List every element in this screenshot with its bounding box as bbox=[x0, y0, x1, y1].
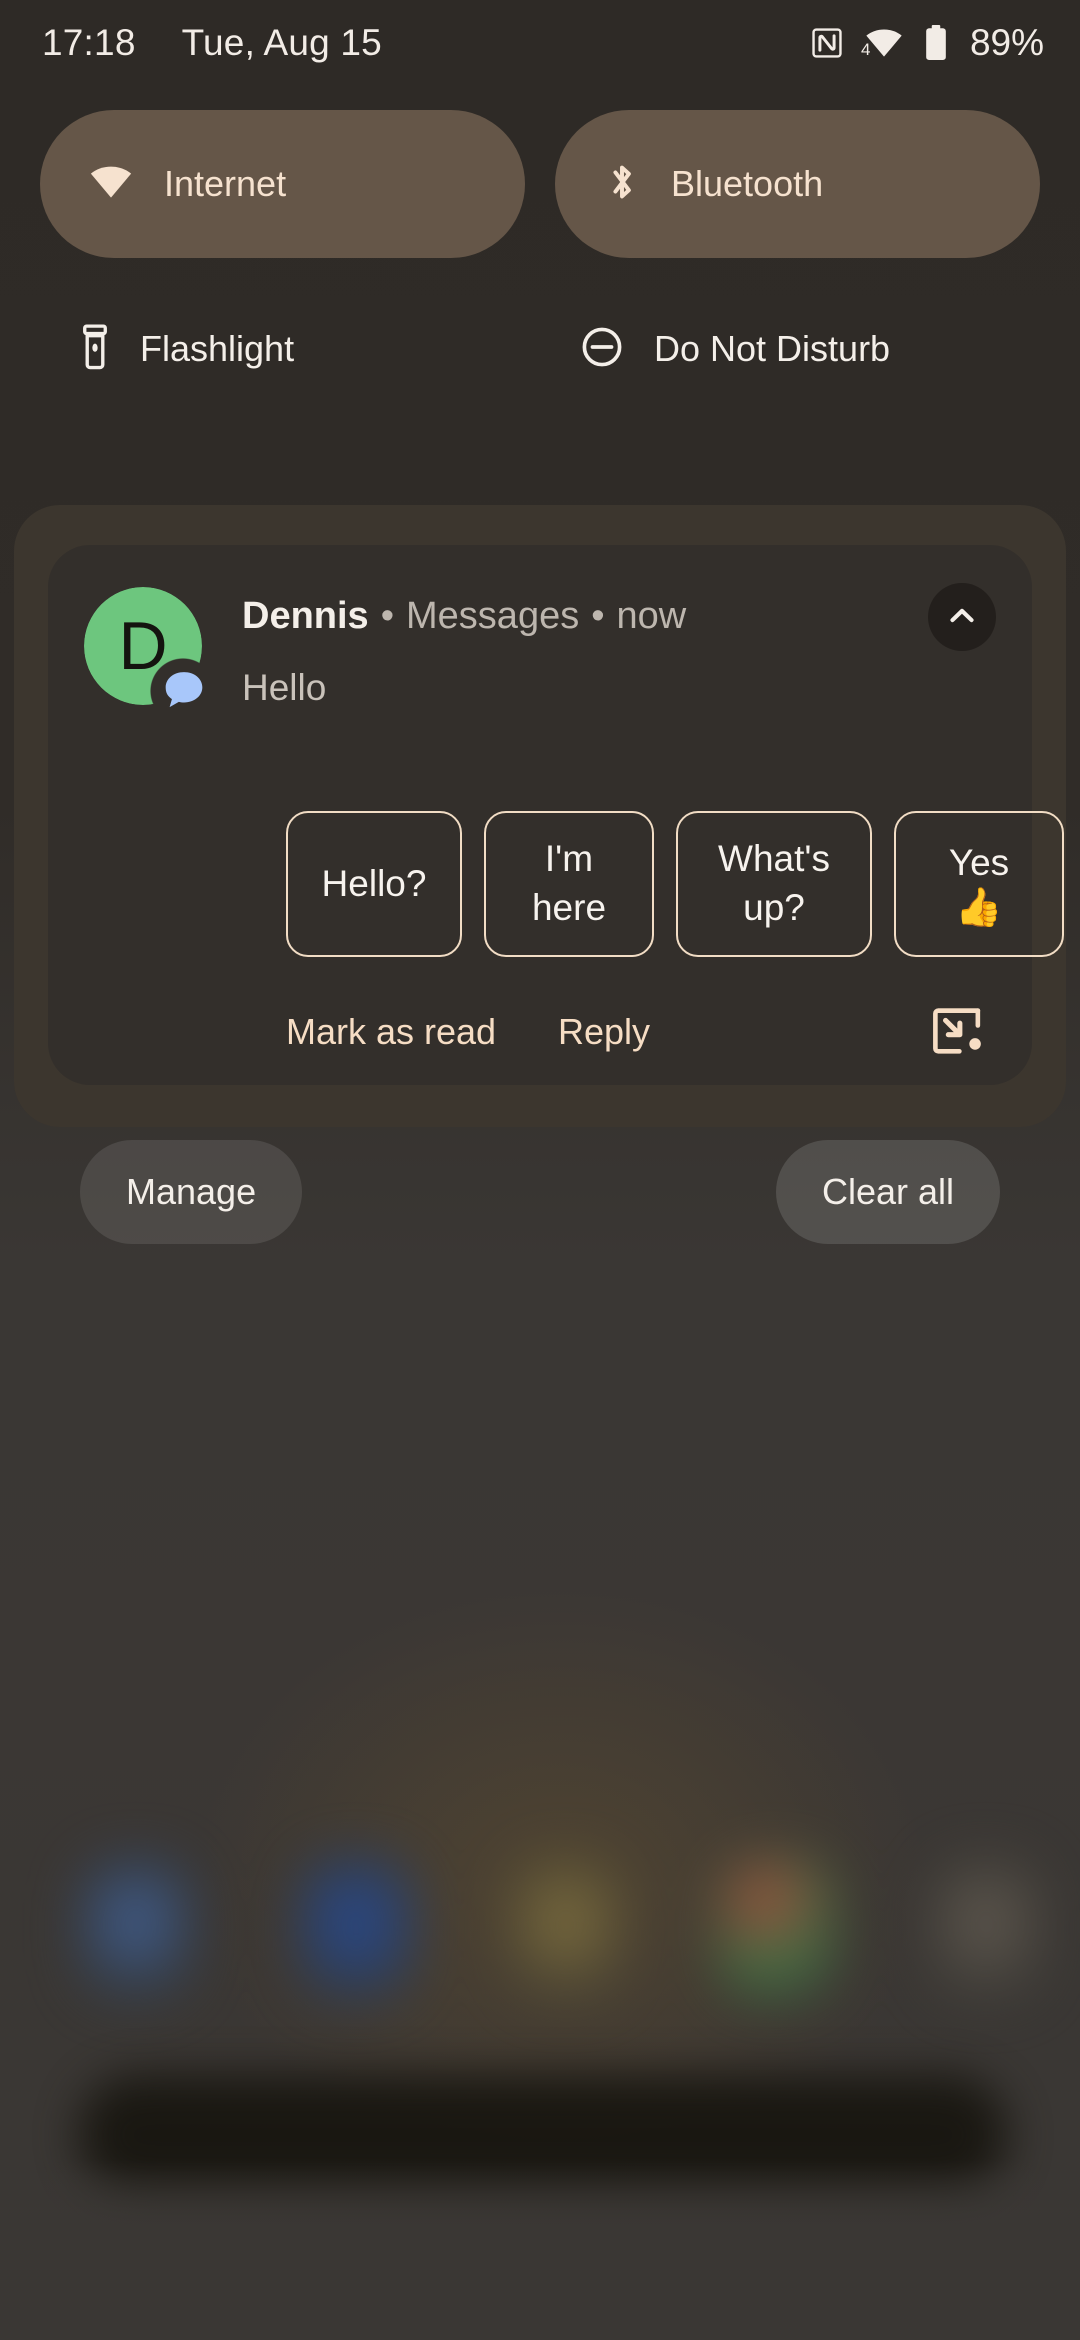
qs-tile-flashlight[interactable]: Flashlight bbox=[40, 314, 540, 384]
wifi-generation-badge: 4 bbox=[860, 40, 871, 59]
blurred-dock bbox=[0, 1800, 1080, 2060]
status-bar: 17:18 Tue, Aug 15 4 89% bbox=[0, 0, 1080, 86]
status-bar-date: Tue, Aug 15 bbox=[181, 22, 382, 63]
thumbs-up-icon: 👍 bbox=[955, 886, 1003, 929]
quick-settings-row-primary: Internet Bluetooth bbox=[0, 110, 1080, 258]
flashlight-icon bbox=[80, 323, 110, 375]
smart-reply-label: Hello? bbox=[321, 862, 427, 904]
collapse-button[interactable] bbox=[928, 583, 996, 651]
qs-tile-label: Do Not Disturb bbox=[654, 328, 891, 369]
battery-percentage: 89% bbox=[969, 22, 1044, 63]
blurred-app-icon bbox=[930, 1858, 1042, 1998]
notification-message: Hello bbox=[242, 667, 327, 708]
smart-reply-label: What's up? bbox=[718, 838, 830, 928]
do-not-disturb-icon bbox=[580, 325, 624, 374]
qs-tile-bluetooth[interactable]: Bluetooth bbox=[555, 110, 1040, 258]
title-separator: • bbox=[591, 595, 605, 637]
blurred-app-icon bbox=[720, 1858, 832, 1998]
qs-tile-do-not-disturb[interactable]: Do Not Disturb bbox=[540, 314, 1040, 384]
title-separator: • bbox=[380, 595, 395, 637]
wallpaper-bottom-fade bbox=[0, 2160, 1080, 2340]
smart-reply-chip[interactable]: What's up? bbox=[676, 811, 872, 957]
chat-bubble-icon bbox=[159, 665, 209, 715]
avatar: D bbox=[84, 587, 203, 708]
status-bar-left: 17:18 Tue, Aug 15 bbox=[42, 22, 382, 64]
blurred-app-icon bbox=[510, 1858, 622, 1998]
blurred-app-icon bbox=[300, 1858, 412, 1998]
quick-settings-row-secondary: Flashlight Do Not Disturb bbox=[0, 314, 1080, 384]
bubble-icon[interactable] bbox=[928, 1001, 988, 1061]
smart-reply-list: Hello? I'm here What's up? Yes 👍 bbox=[286, 811, 1064, 957]
chevron-up-icon bbox=[943, 596, 981, 639]
notification-header: D Dennis • Messages • now Hello bbox=[84, 581, 996, 731]
wifi-icon: 4 bbox=[860, 26, 904, 60]
notification-app-name: Messages bbox=[406, 595, 580, 637]
qs-tile-internet[interactable]: Internet bbox=[40, 110, 525, 258]
clear-all-button[interactable]: Clear all bbox=[775, 1140, 1000, 1244]
reply-button[interactable]: Reply bbox=[558, 997, 650, 1067]
clear-all-button-label: Clear all bbox=[821, 1171, 954, 1212]
battery-icon bbox=[924, 25, 948, 61]
smart-reply-label: I'm here bbox=[531, 838, 607, 928]
mark-as-read-button[interactable]: Mark as read bbox=[286, 997, 496, 1067]
smart-reply-label: Yes bbox=[948, 841, 1010, 883]
notification-sender: Dennis bbox=[242, 595, 369, 637]
smart-reply-chip[interactable]: Hello? bbox=[286, 811, 462, 957]
quick-settings: Internet Bluetooth Flashlight Do Not Dis… bbox=[0, 110, 1080, 384]
wifi-icon bbox=[88, 163, 134, 206]
manage-button-label: Manage bbox=[126, 1171, 257, 1212]
notification-actions: Mark as read Reply bbox=[48, 997, 1032, 1067]
blurred-app-icon bbox=[80, 1858, 192, 1998]
manage-button[interactable]: Manage bbox=[80, 1140, 303, 1244]
qs-tile-label: Internet bbox=[164, 163, 287, 204]
notification-title-row: Dennis • Messages • now bbox=[242, 595, 686, 638]
notification-timestamp: now bbox=[616, 595, 687, 637]
qs-tile-label: Flashlight bbox=[140, 328, 295, 369]
notification-footer: Manage Clear all bbox=[0, 1140, 1080, 1244]
status-bar-clock: 17:18 bbox=[42, 22, 136, 63]
status-bar-right: 4 89% bbox=[810, 22, 1044, 64]
smart-reply-chip[interactable]: I'm here bbox=[484, 811, 654, 957]
smart-reply-chip[interactable]: Yes 👍 bbox=[894, 811, 1064, 957]
bluetooth-icon bbox=[603, 159, 641, 210]
notification-card[interactable]: D Dennis • Messages • now Hello Hello? I… bbox=[48, 545, 1064, 1085]
qs-tile-label: Bluetooth bbox=[671, 163, 824, 204]
nfc-icon bbox=[810, 26, 844, 60]
